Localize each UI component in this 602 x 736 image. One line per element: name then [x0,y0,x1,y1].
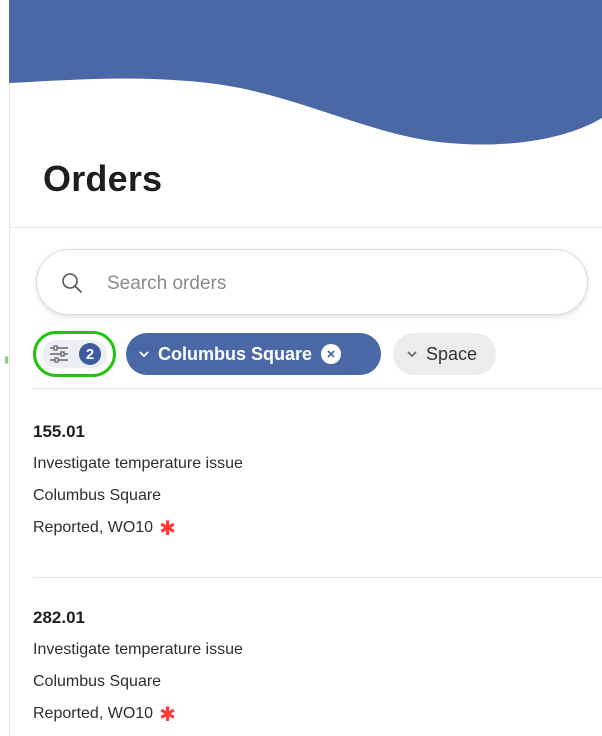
filter-button[interactable]: 2 [33,331,116,377]
filters-divider [33,388,602,389]
clear-filter-button[interactable] [321,344,342,364]
order-status-row: Reported, WO10 ✱ [33,512,593,544]
search-bar[interactable] [36,249,588,315]
order-list-item[interactable]: 282.01 Investigate temperature issue Col… [33,608,593,730]
order-number: 155.01 [33,422,85,441]
order-status: Reported, WO10 [33,705,154,722]
filter-bar: 2 Columbus Square Space [33,331,602,377]
chevron-down-icon [407,351,417,358]
order-list-item[interactable]: 155.01 Investigate temperature issue Col… [33,422,593,544]
order-status-row: Reported, WO10 ✱ [33,698,593,730]
search-input[interactable] [105,266,569,302]
sliders-icon [50,345,68,363]
page-title: Orders [43,158,163,199]
filter-chip-label: Columbus Square [158,343,313,364]
filter-chip-space[interactable]: Space [393,333,496,375]
close-icon [327,350,335,358]
required-star-icon: ✱ [159,704,176,726]
order-location: Columbus Square [33,487,162,504]
order-status: Reported, WO10 [33,519,154,536]
order-divider [33,577,602,578]
order-description: Investigate temperature issue [33,641,243,658]
header-wave-banner [9,0,602,145]
chevron-down-icon [139,351,149,358]
order-number: 282.01 [33,608,85,627]
edge-marker [5,356,8,364]
filter-chip-columbus-square[interactable]: Columbus Square [126,333,381,375]
filter-chip-label: Space [426,343,478,364]
search-icon [62,273,82,293]
title-divider [9,227,602,228]
filter-count-badge: 2 [79,343,101,365]
order-location: Columbus Square [33,673,162,690]
order-description: Investigate temperature issue [33,455,243,472]
required-star-icon: ✱ [159,518,176,540]
